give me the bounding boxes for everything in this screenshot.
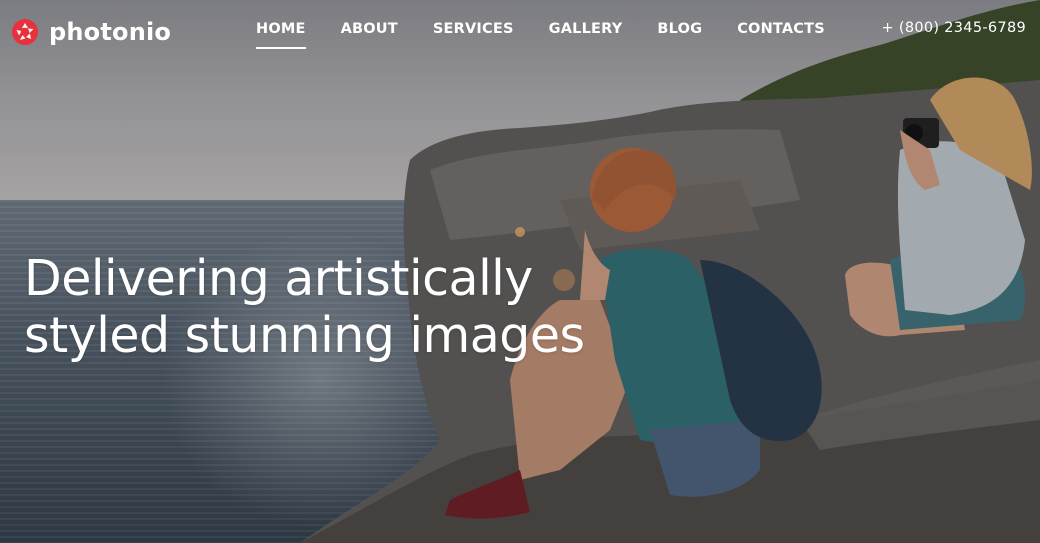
logo-link[interactable]: photonio xyxy=(12,18,171,46)
nav-blog[interactable]: BLOG xyxy=(657,21,702,49)
site-header: photonio HOME ABOUT SERVICES GALLERY BLO… xyxy=(0,0,1040,62)
headline-line-1: Delivering artistically xyxy=(24,250,533,307)
nav-home[interactable]: HOME xyxy=(256,21,306,49)
phone-link[interactable]: + (800) 2345-6789 xyxy=(882,20,1027,36)
hero-headline: Delivering artistically styled stunning … xyxy=(24,250,585,364)
camera-shutter-icon xyxy=(12,19,38,45)
headline-line-2: styled stunning images xyxy=(24,307,585,364)
nav-services[interactable]: SERVICES xyxy=(433,21,514,49)
nav-contacts[interactable]: CONTACTS xyxy=(737,21,825,49)
brand-name: photonio xyxy=(49,18,172,46)
nav-gallery[interactable]: GALLERY xyxy=(549,21,623,49)
main-nav: HOME ABOUT SERVICES GALLERY BLOG CONTACT… xyxy=(256,21,860,49)
nav-about[interactable]: ABOUT xyxy=(341,21,398,49)
